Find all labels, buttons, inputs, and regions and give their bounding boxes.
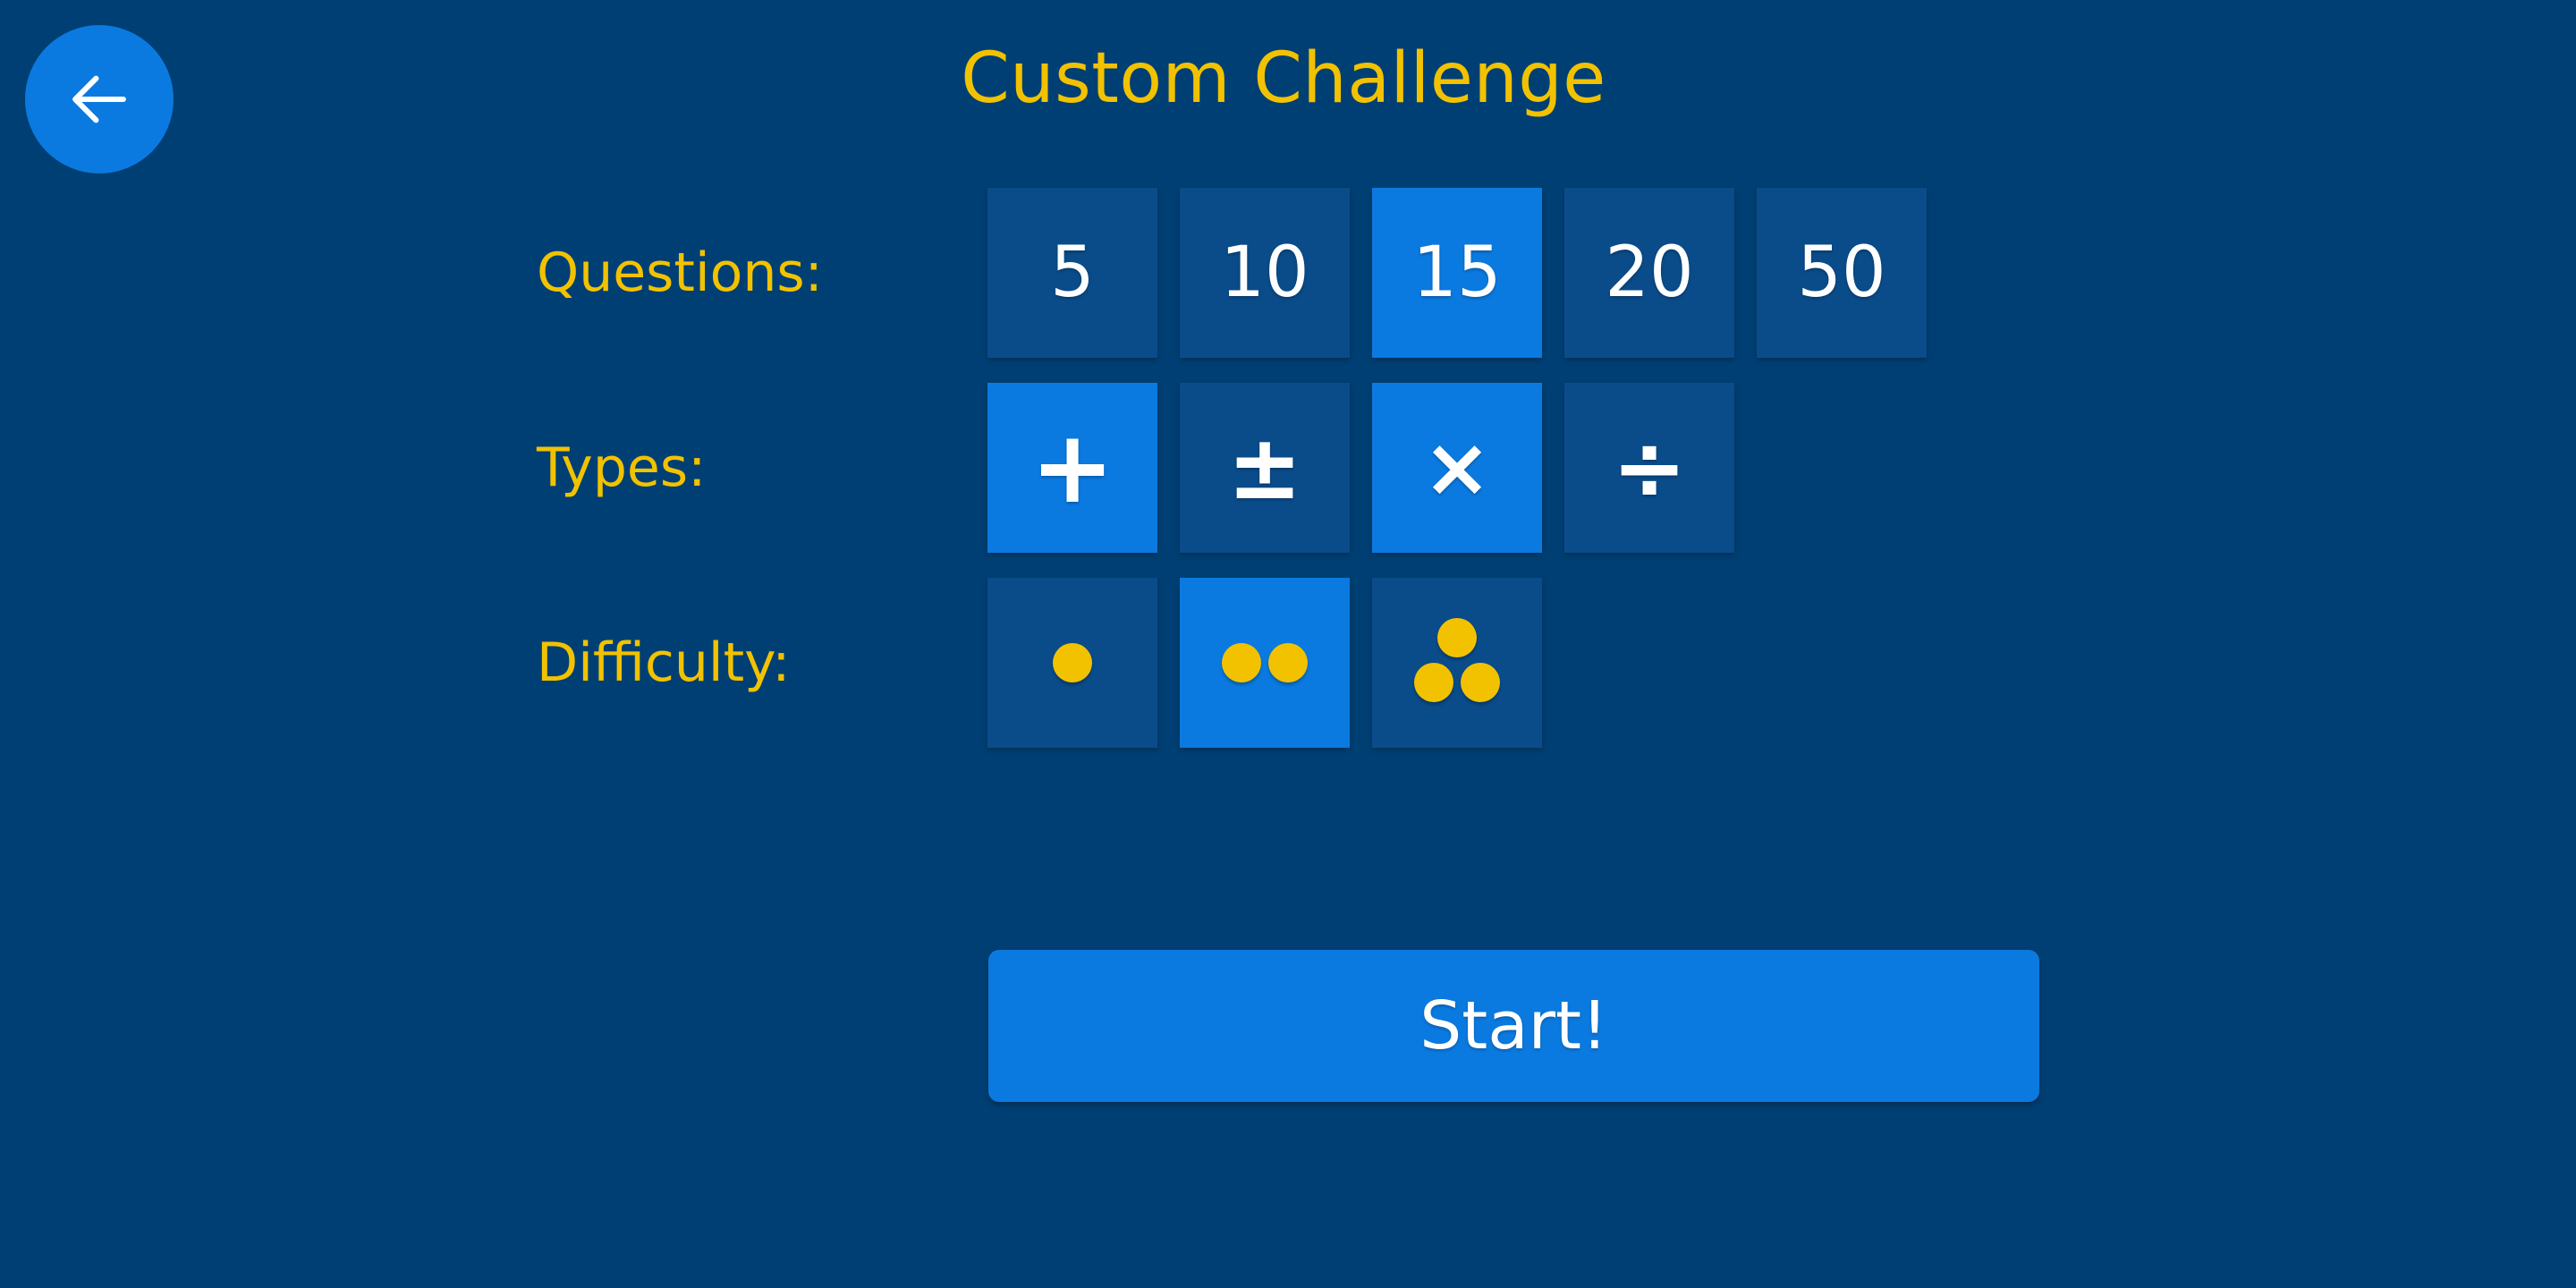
type-option-division[interactable]: ÷ [1564,383,1734,553]
plus-minus-icon: ± [1227,415,1302,520]
types-options: + ± × ÷ [987,383,1734,553]
questions-option-label: 15 [1412,233,1502,313]
multiply-icon: × [1422,419,1492,515]
questions-option-5[interactable]: 5 [987,188,1157,358]
difficulty-option-hard[interactable] [1372,578,1542,748]
questions-option-label: 5 [1050,233,1095,313]
plus-icon: + [1030,410,1114,526]
difficulty-row: Difficulty: [0,578,2576,748]
three-dots-icon [1407,613,1507,713]
page-title-text: Custom Challenge [961,38,1606,119]
types-label: Types: [537,436,707,499]
type-option-addition[interactable]: + [987,383,1157,553]
questions-label: Questions: [537,242,823,304]
page-title: Custom Challenge [0,36,2576,122]
difficulty-option-medium[interactable] [1180,578,1350,748]
one-dot-icon [1022,613,1123,713]
difficulty-option-easy[interactable] [987,578,1157,748]
questions-option-15[interactable]: 15 [1372,188,1542,358]
questions-option-50[interactable]: 50 [1757,188,1927,358]
questions-option-20[interactable]: 20 [1564,188,1734,358]
questions-option-label: 10 [1220,233,1309,313]
two-dots-icon [1215,613,1315,713]
start-button-label: Start! [1419,987,1608,1064]
divide-icon: ÷ [1612,415,1687,520]
difficulty-label: Difficulty: [537,631,791,694]
questions-options: 5 10 15 20 50 [987,188,1927,358]
questions-row: Questions: 5 10 15 20 50 [0,188,2576,358]
questions-option-label: 50 [1797,233,1886,313]
type-option-subtraction[interactable]: ± [1180,383,1350,553]
type-option-multiplication[interactable]: × [1372,383,1542,553]
start-button[interactable]: Start! [988,950,2039,1102]
difficulty-options [987,578,1542,748]
questions-option-10[interactable]: 10 [1180,188,1350,358]
custom-challenge-screen: Custom Challenge Questions: 5 10 15 20 5… [0,0,2576,1288]
questions-option-label: 20 [1605,233,1694,313]
types-row: Types: + ± × ÷ [0,383,2576,553]
